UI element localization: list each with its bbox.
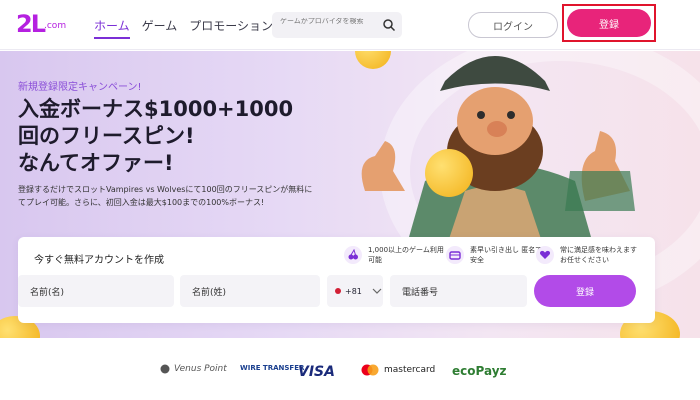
site-header: 2L .com ホーム ゲーム プロモーション ログイン 登録 [0,0,700,50]
venus-point-icon [160,364,170,374]
feature-withdraw: 素早い引き出し 匿名で安全 [446,245,548,265]
mascot-character-illustration [361,56,635,251]
surprised-emoji-icon [425,149,473,197]
payment-venus-point: Venus Point [160,364,227,374]
payment-label: VISA [298,364,335,380]
hero-description: 登録するだけでスロットVampires vs Wolvesにて100回のフリース… [18,185,313,207]
login-button[interactable]: ログイン [468,12,558,38]
feature-games: 1,000以上のゲーム利用可能 [344,245,446,265]
hero-headline: 入金ボーナス$1000+1000 回のフリースピン! なんてオファー! [18,96,318,177]
search-input[interactable] [280,18,376,25]
payment-label: WIRE TRANSFER [240,364,305,372]
payment-visa: VISA [298,364,335,380]
payment-label: Venus Point [174,364,227,374]
payment-label: ecoPayz [452,364,507,378]
nav-games[interactable]: ゲーム [142,17,178,39]
register-button[interactable]: 登録 [567,9,651,37]
logo-mark: 2L [16,10,46,38]
wallet-icon [446,246,464,264]
first-name-field[interactable]: 名前(名) [18,275,174,307]
search-box [272,12,402,38]
payment-label: mastercard [384,365,436,375]
feature-satisfaction-text: 常に満足感を味わえます お任せください [560,246,637,264]
nav-promotions[interactable]: プロモーション [189,17,273,39]
logo[interactable]: 2L .com [16,10,76,40]
signup-submit-button[interactable]: 登録 [534,275,636,307]
headline-line-3: なんてオファー! [18,151,174,175]
payment-ecopayz: ecoPayz [452,364,507,378]
chevron-down-icon [372,288,382,294]
cherry-icon [344,246,362,264]
search-icon[interactable] [382,18,396,32]
heart-icon [536,246,554,264]
payment-methods-bar: Venus Point WIRE TRANSFER VISA mastercar… [0,338,700,400]
payment-wire-transfer: WIRE TRANSFER [240,364,304,372]
japan-flag-icon [335,288,341,294]
mastercard-icon [361,364,379,376]
country-code-select[interactable]: +81 [327,275,383,307]
country-code: +81 [345,286,362,296]
signup-panel: 今すぐ無料アカウントを作成 1,000以上のゲーム利用可能 素早い引き出し 匿名… [18,237,655,323]
phone-field[interactable]: 電話番号 [390,275,527,307]
last-name-field[interactable]: 名前(姓) [180,275,320,307]
headline-line-2: 回のフリースピン! [18,124,195,148]
main-nav: ホーム ゲーム プロモーション [94,17,273,39]
logo-domain: .com [44,21,67,31]
hero-banner: 新規登録限定キャンペーン! 入金ボーナス$1000+1000 回のフリースピン!… [0,51,700,338]
nav-home[interactable]: ホーム [94,17,130,39]
headline-line-1: 入金ボーナス$1000+1000 [18,97,294,121]
signup-title: 今すぐ無料アカウントを作成 [34,255,164,266]
feature-satisfaction: 常に満足感を味わえます お任せください [536,245,638,265]
feature-games-text: 1,000以上のゲーム利用可能 [368,246,444,264]
payment-mastercard: mastercard [360,364,435,376]
promo-tag: 新規登録限定キャンペーン! [18,82,142,93]
